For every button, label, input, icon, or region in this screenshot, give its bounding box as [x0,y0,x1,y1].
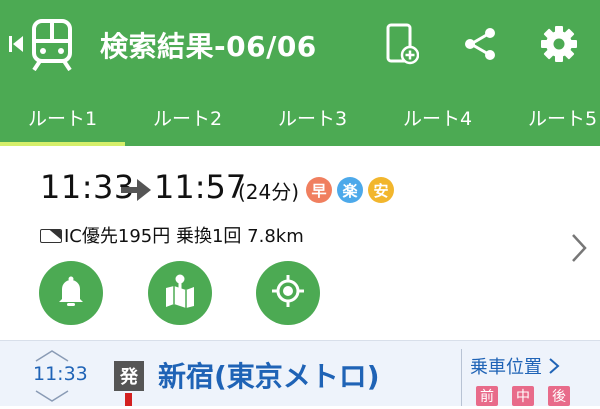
map-button[interactable] [148,261,212,325]
fare-line: IC優先195円 乗換1回 7.8km [40,222,304,248]
route-tabs: ルート1 ルート2 ルート3 ルート4 ルート5 [0,96,600,146]
tab-route-3[interactable]: ルート3 [278,104,347,131]
divider [461,349,462,406]
tab-route-5[interactable]: ルート5 [528,104,597,131]
tab-route-2[interactable]: ルート2 [153,104,222,131]
departure-time: 11:33 [33,363,88,385]
app-bar: 検索結果-06/06 ルート1 ルート2 ルート3 ルート4 ルート5 [0,0,600,146]
locate-button[interactable] [256,261,320,325]
position-middle: 中 [512,386,534,406]
distance: 7.8km [247,226,304,247]
badge-fast: 早 [306,177,332,203]
tab-route-4[interactable]: ルート4 [403,104,472,131]
map-pin-icon [164,274,196,312]
line-color-bar [125,393,132,406]
locate-icon [271,274,305,312]
fare: IC優先195円 [64,226,171,247]
chevron-right-icon [549,358,560,374]
share-icon[interactable] [458,20,502,68]
bell-icon [56,275,86,311]
train-icon [30,19,74,75]
position-front: 前 [476,386,498,406]
tab-route-1[interactable]: ルート1 [28,104,97,131]
station-name[interactable]: 新宿(東京メトロ) [158,355,380,395]
boarding-position-link[interactable]: 乗車位置 [470,353,560,379]
badge-cheap: 安 [368,177,394,203]
ic-card-icon [40,229,62,243]
duration: (24分) [238,180,300,204]
chevron-right-icon[interactable] [570,232,588,268]
boarding-position-label: 乗車位置 [470,357,542,378]
arrow-right-icon [121,179,151,205]
badge-easy: 楽 [337,177,363,203]
transfers: 乗換1回 [175,226,242,247]
depart-label: 発 [114,361,144,391]
departure-section: 11:33 発 新宿(東京メトロ) 乗車位置 前 中 後 [0,340,600,406]
position-rear: 後 [548,386,570,406]
settings-icon[interactable] [537,20,581,68]
route-summary[interactable]: 11:33 11:57 (24分) 早 楽 安 IC優先195円 乗換1回 7.… [0,146,600,338]
back-icon[interactable] [8,34,26,58]
page-title: 検索結果-06/06 [100,30,317,63]
arrive-time: 11:57 [154,168,247,206]
alarm-button[interactable] [39,261,103,325]
phone-add-icon[interactable] [380,20,424,68]
